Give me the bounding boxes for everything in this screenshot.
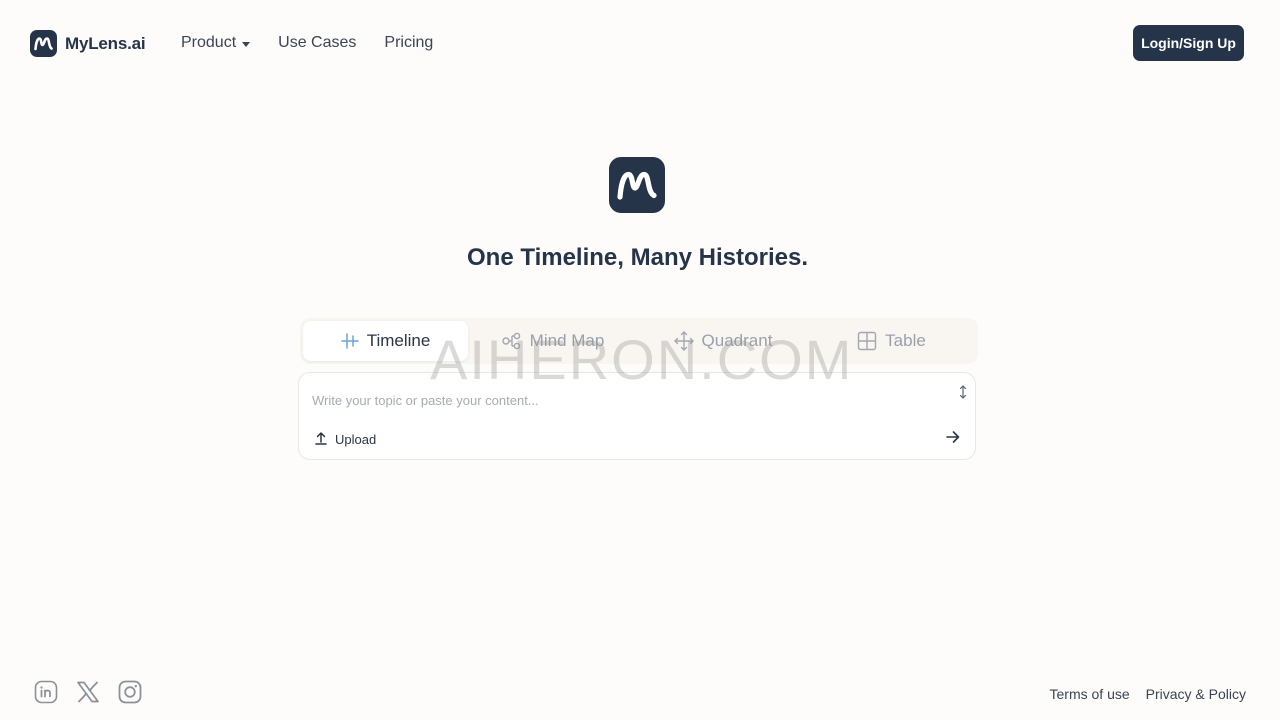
header: MyLens.ai Product Use Cases Pricing Logi… (0, 0, 1280, 86)
privacy-policy-link[interactable]: Privacy & Policy (1146, 686, 1246, 702)
footer-links: Terms of use Privacy & Policy (1050, 684, 1247, 704)
tab-timeline[interactable]: Timeline (303, 321, 468, 361)
tab-table[interactable]: Table (808, 321, 975, 361)
instagram-icon (118, 680, 142, 709)
linkedin-icon (34, 680, 58, 709)
social-links (33, 680, 143, 709)
table-icon (857, 331, 877, 351)
tab-mind-map[interactable]: Mind Map (468, 321, 638, 361)
hero-logo-icon (609, 157, 665, 213)
instagram-link[interactable] (117, 680, 143, 709)
brand-name: MyLens.ai (65, 33, 146, 53)
topic-composer: Upload (298, 372, 976, 460)
timeline-icon (340, 332, 359, 350)
tab-quadrant-label: Quadrant (701, 331, 773, 350)
terms-of-use-link[interactable]: Terms of use (1050, 686, 1130, 702)
nav-use-cases[interactable]: Use Cases (278, 34, 356, 52)
x-icon (76, 681, 100, 708)
linkedin-link[interactable] (33, 680, 59, 709)
tab-table-label: Table (885, 331, 926, 350)
nav-product[interactable]: Product (181, 34, 251, 52)
nav-pricing[interactable]: Pricing (384, 34, 433, 52)
mode-tabs: Timeline Mind Map Quadrant Table (300, 318, 978, 364)
upload-button[interactable]: Upload (315, 430, 376, 448)
chevron-down-icon (242, 41, 251, 47)
hero-tagline: One Timeline, Many Histories. (467, 244, 808, 271)
resize-handle-icon[interactable] (958, 385, 968, 399)
main-nav: Product Use Cases Pricing (181, 32, 433, 54)
submit-button[interactable] (944, 430, 962, 448)
x-link[interactable] (75, 681, 101, 707)
mind-map-icon (501, 332, 522, 350)
brand-link[interactable]: MyLens.ai (30, 30, 146, 57)
mylens-logo-icon (30, 30, 57, 57)
tab-mind-map-label: Mind Map (529, 331, 605, 350)
nav-pricing-label: Pricing (384, 34, 434, 51)
login-signup-button[interactable]: Login/Sign Up (1133, 25, 1244, 61)
upload-icon (315, 431, 327, 448)
nav-product-label: Product (181, 34, 237, 51)
nav-use-cases-label: Use Cases (278, 34, 357, 51)
page: MyLens.ai Product Use Cases Pricing Logi… (0, 0, 1280, 720)
upload-label: Upload (335, 431, 377, 447)
topic-input[interactable] (312, 389, 932, 411)
arrow-right-icon (946, 430, 960, 449)
tab-timeline-label: Timeline (366, 331, 431, 350)
quadrant-icon (673, 331, 694, 351)
tab-quadrant[interactable]: Quadrant (638, 321, 808, 361)
